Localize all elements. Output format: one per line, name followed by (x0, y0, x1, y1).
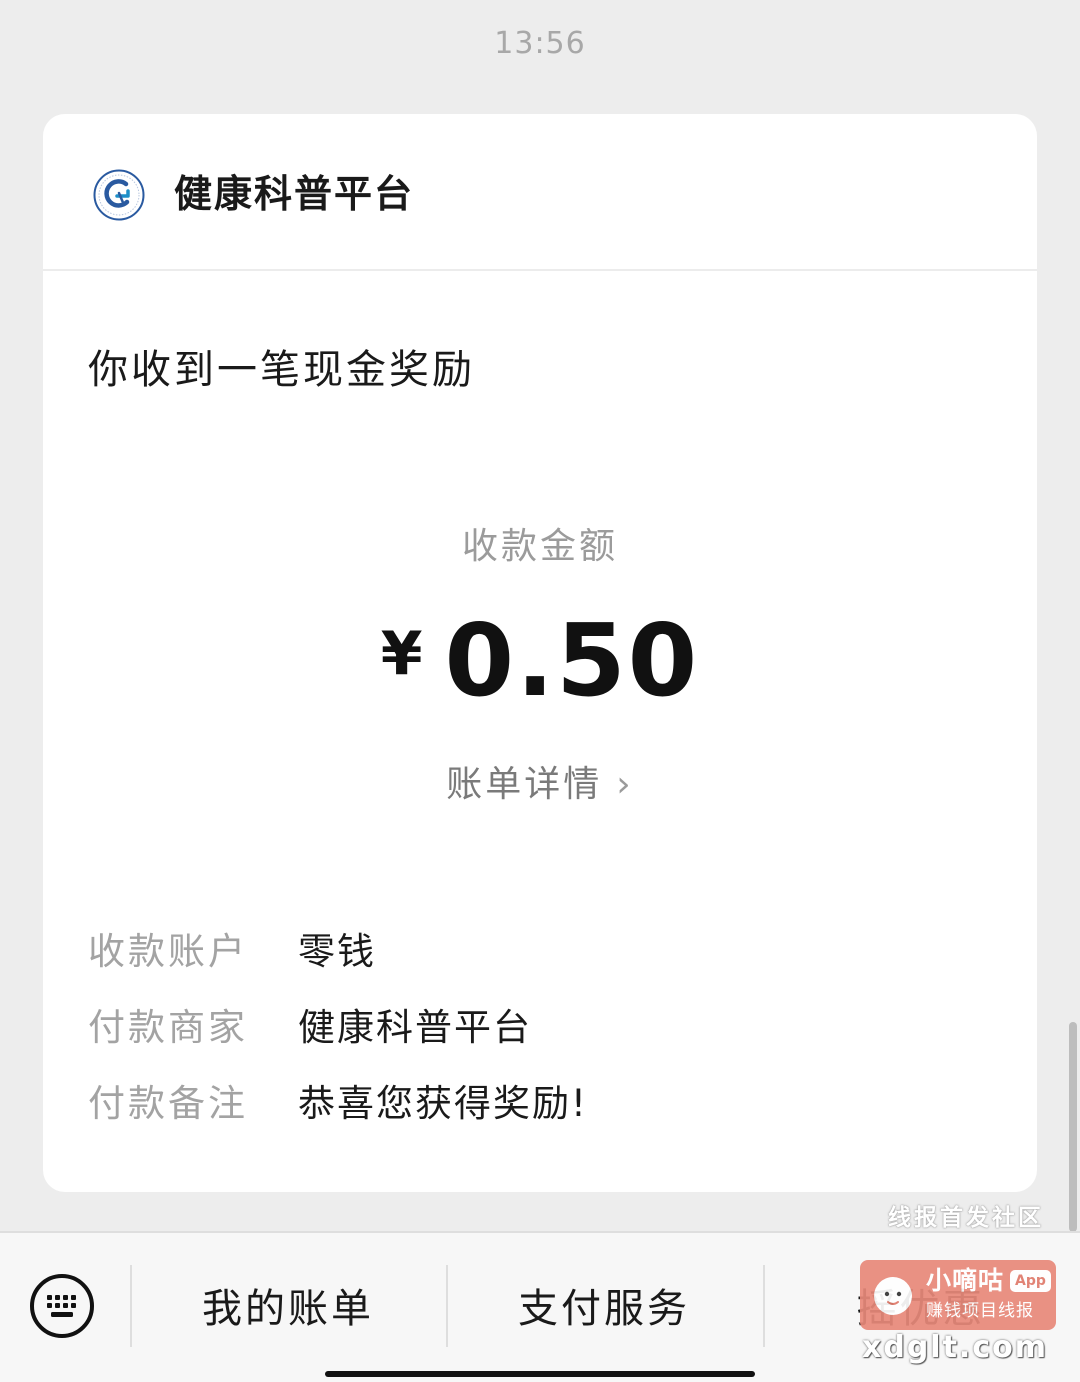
amount-label: 收款金额 (461, 526, 618, 567)
watermark-caption: 线报首发社区 (888, 1205, 1044, 1231)
info-row-merchant: 付款商家 健康科普平台 (88, 1000, 1008, 1056)
mascot-icon (874, 1277, 912, 1315)
watermark-slogan: 赚钱项目线报 (926, 1301, 1034, 1321)
chevron-right-icon: › (616, 764, 634, 805)
info-value: 零钱 (298, 930, 376, 973)
currency-symbol: ¥ (380, 619, 423, 689)
service-account-name: 健康科普平台 (174, 172, 415, 216)
watermark-app-tag: App (1010, 1270, 1051, 1292)
info-value: 健康科普平台 (298, 1006, 532, 1049)
info-label: 付款商家 (88, 1006, 248, 1049)
health-platform-logo-icon (93, 169, 145, 221)
menu-payment-services[interactable]: 支付服务 (447, 1283, 761, 1335)
notice-title: 你收到一笔现金奖励 (88, 347, 475, 393)
card-header[interactable]: 健康科普平台 (43, 114, 1037, 271)
home-indicator (325, 1371, 755, 1377)
info-value: 恭喜您获得奖励! (298, 1082, 588, 1125)
info-label: 收款账户 (88, 930, 248, 973)
amount-display: ¥0.50 (43, 606, 1037, 716)
amount-value: 0.50 (444, 602, 700, 719)
bill-detail-label: 账单详情 (446, 764, 603, 805)
keyboard-icon[interactable] (29, 1273, 95, 1339)
info-row-remark: 付款备注 恭喜您获得奖励! (88, 1076, 1008, 1132)
info-row-account: 收款账户 零钱 (88, 924, 1008, 980)
message-timestamp: 13:56 (494, 26, 586, 61)
watermark-badge: 小嘀咕 App 赚钱项目线报 (860, 1260, 1056, 1330)
watermark-brand: 小嘀咕 (926, 1266, 1005, 1295)
bill-detail-link[interactable]: 账单详情 › (43, 762, 1037, 808)
menu-my-bills[interactable]: 我的账单 (131, 1283, 445, 1335)
watermark-url: xdglt.com (862, 1330, 1048, 1365)
info-label: 付款备注 (88, 1082, 248, 1125)
scrollbar[interactable] (1069, 1022, 1077, 1232)
payment-notification-card[interactable]: 健康科普平台 你收到一笔现金奖励 收款金额 ¥0.50 账单详情 › 收款账户 零… (43, 114, 1037, 1192)
